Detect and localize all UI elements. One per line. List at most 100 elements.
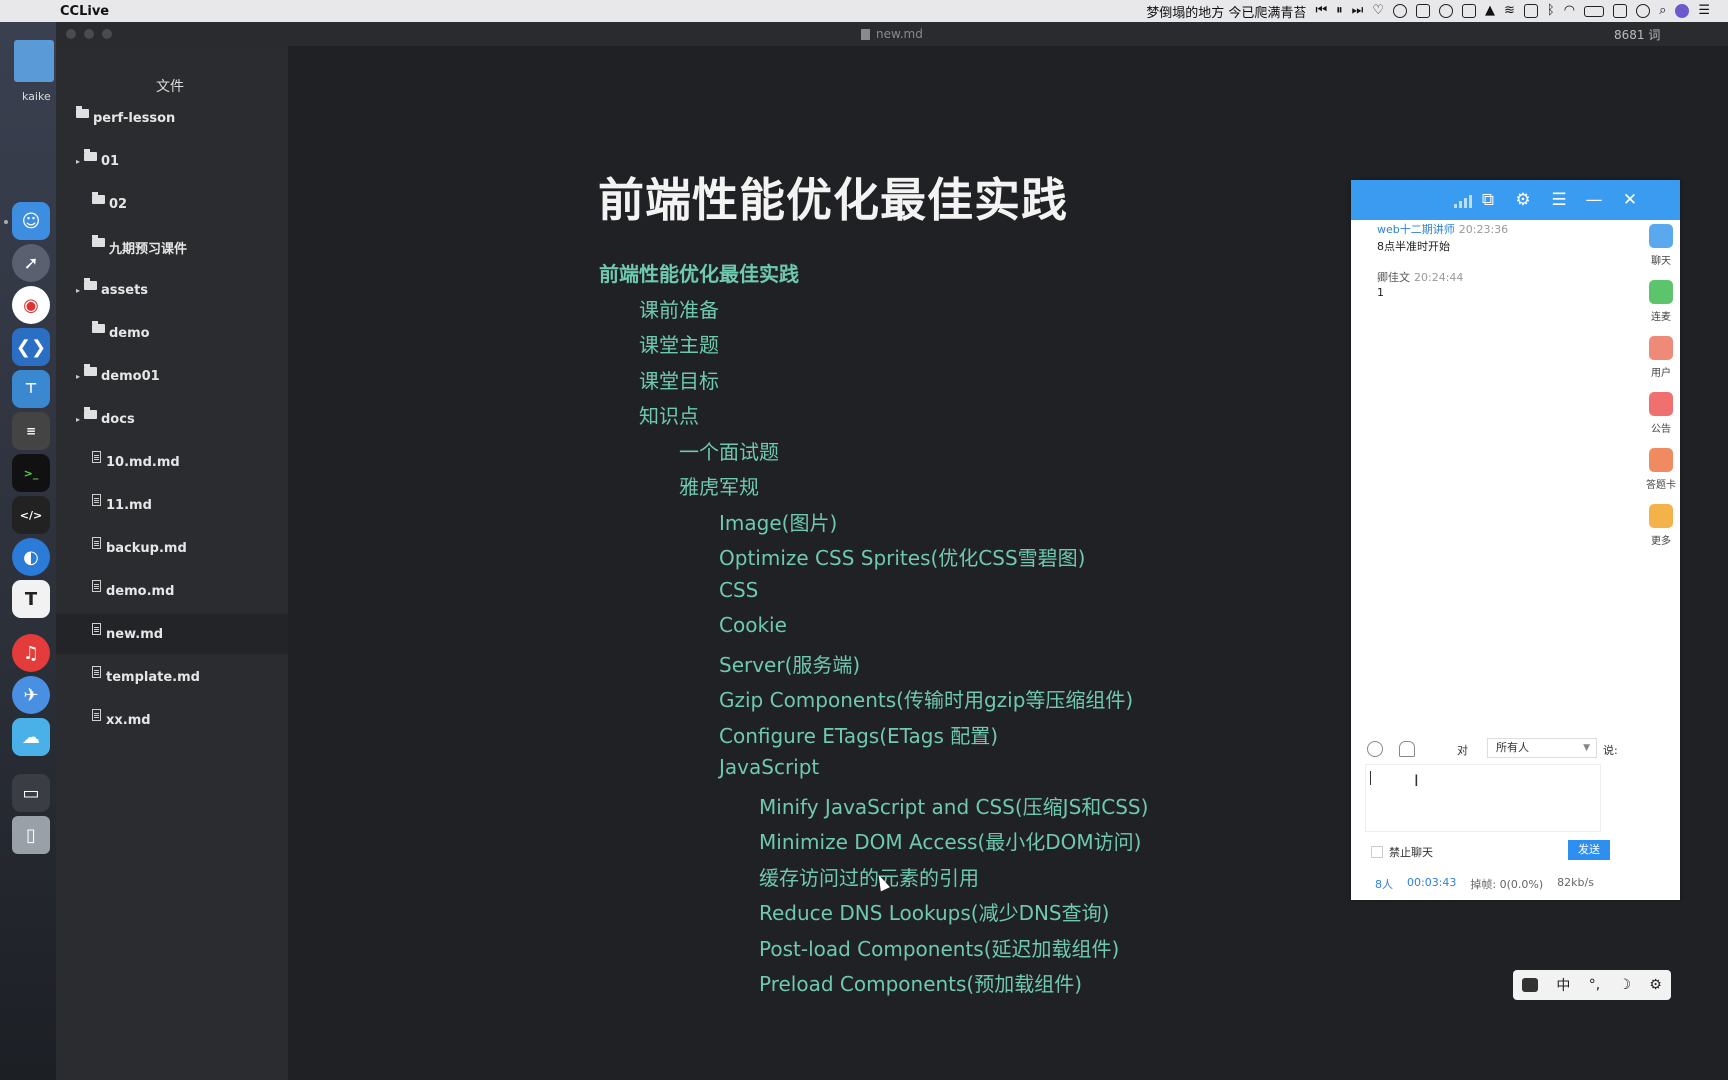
vscode-icon[interactable]: ❮❯ xyxy=(12,328,50,366)
battery-icon[interactable] xyxy=(1584,5,1605,17)
side-tab[interactable]: 聊天 xyxy=(1643,224,1679,267)
toc-link[interactable]: Configure ETags(ETags 配置) xyxy=(719,720,998,749)
triangle-app-icon[interactable]: ▲ xyxy=(1485,4,1495,18)
toc-link[interactable]: 雅虎军规 xyxy=(679,471,759,500)
zoom-window-button[interactable] xyxy=(102,29,112,39)
sidebar-title[interactable]: 文件 xyxy=(156,76,184,96)
folder-item[interactable]: ▸ demo01 xyxy=(56,356,288,396)
next-track-icon[interactable]: ⏭ xyxy=(1352,4,1364,18)
toc-link[interactable]: 知识点 xyxy=(639,400,699,429)
spotlight-search-icon[interactable]: ⌕ xyxy=(1659,4,1666,18)
side-tab[interactable]: 用户 xyxy=(1643,336,1679,379)
toc-link[interactable]: Post-load Components(延迟加载组件) xyxy=(759,933,1119,962)
disclosure-triangle-icon[interactable]: ▸ xyxy=(76,415,84,424)
file-item[interactable]: 11.md xyxy=(56,485,288,525)
notification-center-icon[interactable]: ☰ xyxy=(1698,4,1710,18)
previous-track-icon[interactable]: ⏮ xyxy=(1315,4,1327,18)
disclosure-triangle-icon[interactable]: ▸ xyxy=(76,286,84,295)
input-source-icon[interactable] xyxy=(1613,4,1628,18)
menu-icon[interactable]: ☰ xyxy=(1549,190,1569,210)
toc-link[interactable]: 一个面试题 xyxy=(679,436,779,465)
sender-name[interactable]: 卿佳文 xyxy=(1377,271,1410,284)
toc-link[interactable]: 课前准备 xyxy=(639,294,719,323)
terminal-icon[interactable]: >_ xyxy=(12,454,50,492)
toc-link[interactable]: 课堂主题 xyxy=(639,329,719,358)
ime-night-mode-icon[interactable]: ☽ xyxy=(1618,977,1631,993)
netease-music-icon[interactable]: ♫ xyxy=(12,634,50,672)
toc-link[interactable]: Image(图片) xyxy=(719,507,837,536)
emoji-icon[interactable] xyxy=(1367,741,1383,757)
screenshot-tool-icon[interactable] xyxy=(1462,4,1476,18)
wifi-icon[interactable]: ◠ xyxy=(1564,4,1575,18)
desktop-folder-icon[interactable] xyxy=(14,40,54,82)
toc-link[interactable]: Minify JavaScript and CSS(压缩JS和CSS) xyxy=(759,791,1148,820)
notes-app-icon[interactable] xyxy=(1416,4,1430,18)
toc-link[interactable]: Gzip Components(传输时用gzip等压缩组件) xyxy=(719,684,1133,713)
file-item[interactable]: 10.md.md xyxy=(56,442,288,482)
keynote-icon[interactable]: ⊤ xyxy=(12,370,50,408)
private-chat-icon[interactable] xyxy=(1399,741,1415,757)
folder-item[interactable]: perf-lesson xyxy=(56,98,288,138)
ime-settings-icon[interactable]: ⚙ xyxy=(1649,977,1662,993)
minimize-window-button[interactable] xyxy=(84,29,94,39)
send-button[interactable]: 发送 xyxy=(1568,840,1610,860)
disclosure-triangle-icon[interactable]: ▸ xyxy=(76,157,84,166)
file-item[interactable]: xx.md xyxy=(56,700,288,740)
folder-item[interactable]: demo xyxy=(56,313,288,353)
recipient-select[interactable]: 所有人 ▼ xyxy=(1487,738,1597,758)
pause-icon[interactable]: ⏸ xyxy=(1336,4,1343,18)
close-window-button[interactable] xyxy=(66,29,76,39)
folder-item[interactable]: ▸ docs xyxy=(56,399,288,439)
assistant-app-icon[interactable] xyxy=(1439,4,1453,18)
ime-logo-icon[interactable] xyxy=(1522,978,1539,992)
word-count[interactable]: 8681 词 xyxy=(1614,26,1660,43)
file-item[interactable]: template.md xyxy=(56,657,288,697)
heart-icon[interactable]: ♡ xyxy=(1372,4,1384,18)
typora-icon[interactable]: T xyxy=(12,580,50,618)
clock-icon[interactable] xyxy=(1636,4,1651,18)
toc-link[interactable]: Minimize DOM Access(最小化DOM访问) xyxy=(759,826,1141,855)
side-tab[interactable]: 公告 xyxy=(1643,392,1679,435)
airplay-icon[interactable] xyxy=(1523,4,1538,18)
code-viewer-icon[interactable]: </> xyxy=(12,496,50,534)
folder-item[interactable]: 九期预习课件 xyxy=(56,227,288,267)
toc-link[interactable]: 课堂目标 xyxy=(639,365,719,394)
bluetooth-icon[interactable]: ᛒ xyxy=(1547,4,1555,18)
folder-item[interactable]: ▸ 01 xyxy=(56,141,288,181)
toc-link[interactable]: JavaScript xyxy=(719,755,819,779)
downloads-folder-icon[interactable]: ▭ xyxy=(12,774,50,812)
folder-item[interactable]: ▸ assets xyxy=(56,270,288,310)
popout-icon[interactable]: ⧉ xyxy=(1478,190,1498,210)
qq-browser-icon[interactable]: ◐ xyxy=(12,538,50,576)
toc-link[interactable]: CSS xyxy=(719,578,758,602)
toc-link[interactable]: 前端性能优化最佳实践 xyxy=(599,258,799,287)
trash-icon[interactable]: ▯ xyxy=(12,816,50,854)
app-name-menu[interactable]: CCLive xyxy=(60,4,109,19)
toc-link[interactable]: Preload Components(预加载组件) xyxy=(759,968,1082,997)
side-tab[interactable]: 连麦 xyxy=(1643,280,1679,323)
music-app-icon[interactable] xyxy=(1393,4,1407,18)
cloud-drive-icon[interactable]: ☁ xyxy=(12,718,50,756)
toc-link[interactable]: Optimize CSS Sprites(优化CSS雪碧图) xyxy=(719,542,1085,571)
messenger-icon[interactable]: ✈ xyxy=(12,676,50,714)
folder-item[interactable]: 02 xyxy=(56,184,288,224)
ban-chat-checkbox[interactable] xyxy=(1371,846,1383,858)
toc-link[interactable]: 缓存访问过的元素的引用 xyxy=(759,862,979,891)
settings-gear-icon[interactable]: ⚙ xyxy=(1513,190,1533,210)
close-icon[interactable]: ✕ xyxy=(1620,190,1640,210)
toc-link[interactable]: Server(服务端) xyxy=(719,649,860,678)
now-playing-text[interactable]: 梦倒塌的地方 今已爬满青苔 xyxy=(1146,2,1306,21)
toc-link[interactable]: Reduce DNS Lookups(减少DNS查询) xyxy=(759,897,1109,926)
ime-mode-toggle[interactable]: 中 xyxy=(1556,975,1570,995)
side-tab[interactable]: 更多 xyxy=(1643,504,1679,547)
file-item[interactable]: demo.md xyxy=(56,571,288,611)
file-item[interactable]: new.md xyxy=(56,614,288,654)
toc-link[interactable]: Cookie xyxy=(719,613,787,637)
chat-message-input[interactable]: I xyxy=(1365,764,1601,832)
siri-icon[interactable] xyxy=(1675,4,1690,18)
sender-name[interactable]: web十二期讲师 xyxy=(1377,223,1455,236)
launchpad-icon[interactable]: ➚ xyxy=(12,244,50,282)
chrome-icon[interactable]: ◉ xyxy=(12,286,50,324)
ime-punctuation-toggle[interactable]: °, xyxy=(1589,977,1600,993)
finder-icon[interactable]: ☺ xyxy=(12,202,50,240)
